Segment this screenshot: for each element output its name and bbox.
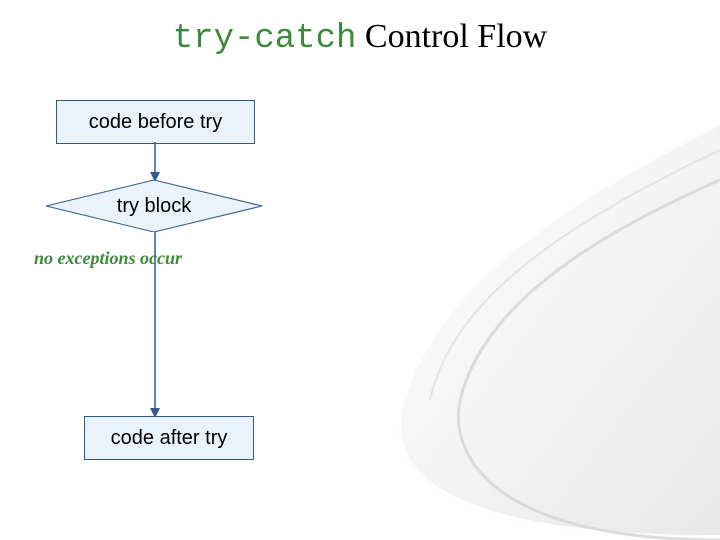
node-label: code before try — [89, 111, 222, 134]
arrow-try-to-after — [149, 232, 161, 418]
node-try-block-label-wrap: try block — [46, 180, 262, 232]
arrow-before-to-try — [149, 142, 161, 182]
node-code-before-try: code before try — [56, 100, 255, 144]
title-rest: Control Flow — [356, 18, 547, 55]
node-label: code after try — [111, 427, 228, 450]
title-mono: try-catch — [173, 20, 357, 58]
slide-title: try-catch Control Flow — [0, 18, 720, 58]
node-code-after-try: code after try — [84, 416, 254, 460]
node-label: try block — [117, 195, 191, 218]
